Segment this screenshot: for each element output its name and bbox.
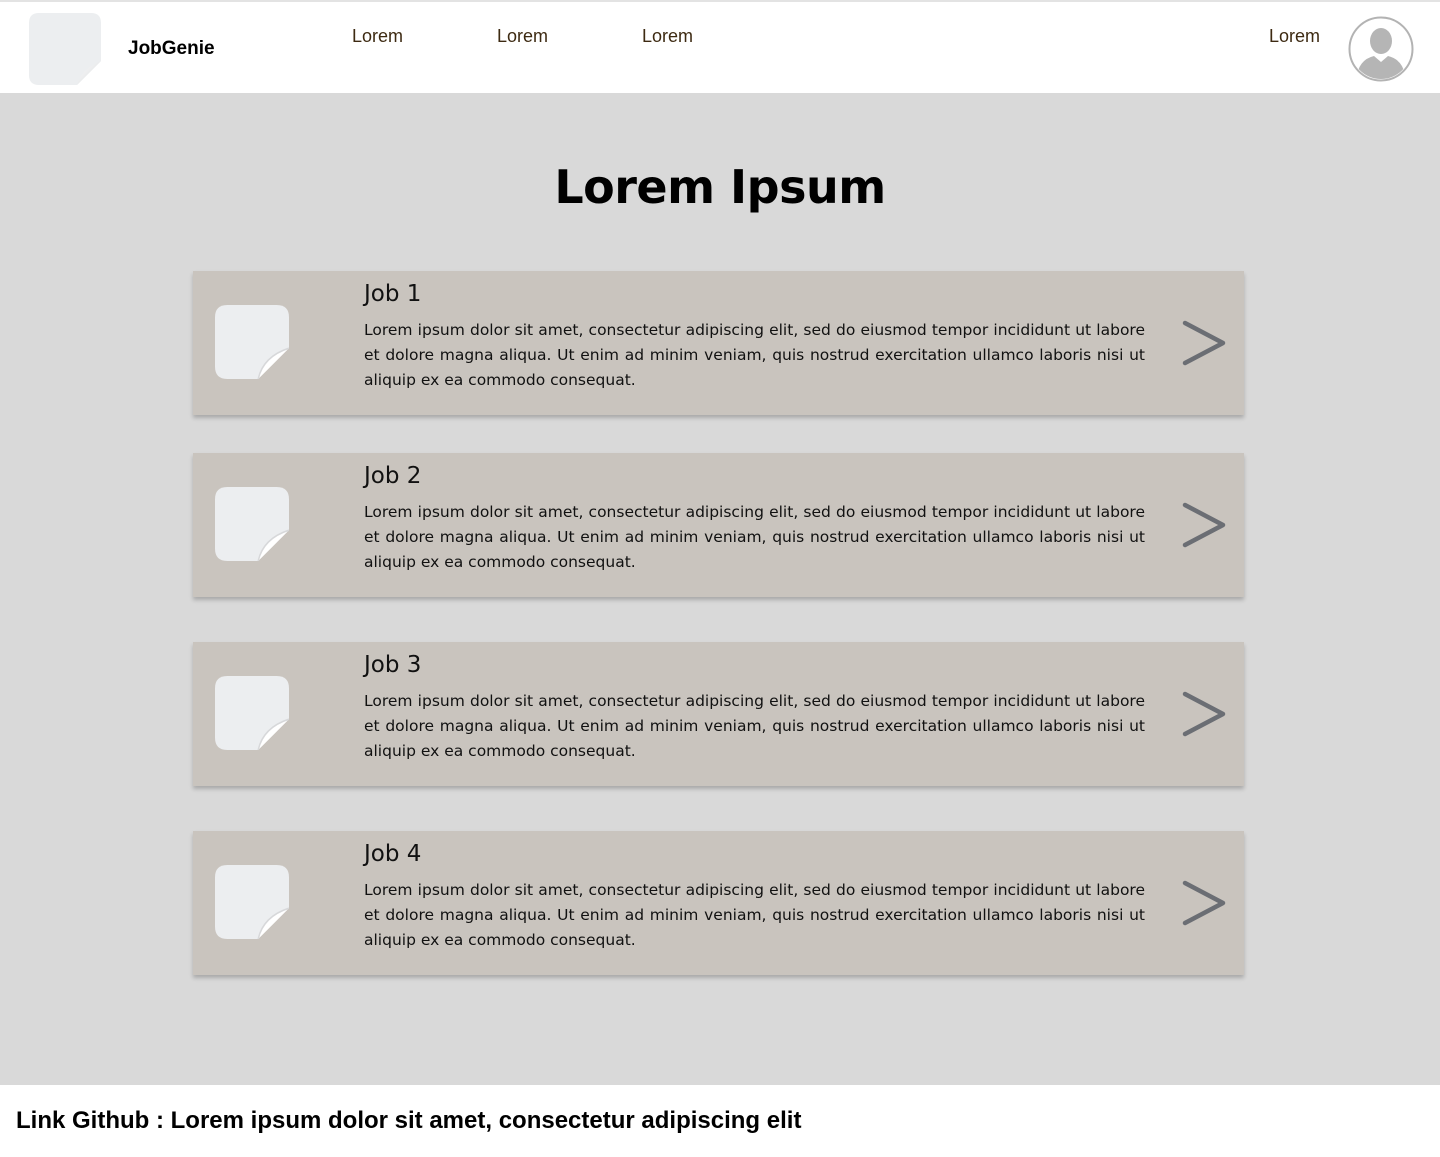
chevron-right-icon[interactable] <box>1181 690 1229 740</box>
image-placeholder-icon <box>215 676 289 750</box>
footer-github-link[interactable]: Link Github : Lorem ipsum dolor sit amet… <box>16 1107 801 1135</box>
image-placeholder-icon <box>215 865 289 939</box>
job-title: Job 4 <box>364 841 422 867</box>
job-description: Lorem ipsum dolor sit amet, consectetur … <box>364 321 1145 389</box>
job-card[interactable]: Job 4 Lorem ipsum dolor sit amet, consec… <box>193 831 1244 975</box>
chevron-right-icon[interactable] <box>1181 501 1229 551</box>
image-placeholder-icon <box>215 305 289 379</box>
footer: Link Github : Lorem ipsum dolor sit amet… <box>0 1085 1440 1157</box>
nav-link-1[interactable]: Lorem <box>352 26 403 47</box>
job-title: Job 2 <box>364 463 422 489</box>
brand-name[interactable]: JobGenie <box>128 38 215 60</box>
job-card[interactable]: Job 3 Lorem ipsum dolor sit amet, consec… <box>193 642 1244 786</box>
nav-link-2[interactable]: Lorem <box>497 26 548 47</box>
job-card[interactable]: Job 2 Lorem ipsum dolor sit amet, consec… <box>193 453 1244 597</box>
job-description: Lorem ipsum dolor sit amet, consectetur … <box>364 503 1145 571</box>
chevron-right-icon[interactable] <box>1181 879 1229 929</box>
page-title: Lorem Ipsum <box>554 160 886 214</box>
job-title: Job 3 <box>364 652 422 678</box>
page: JobGenie Lorem Lorem Lorem Lorem Lorem I… <box>0 0 1440 1157</box>
job-title: Job 1 <box>364 281 422 307</box>
job-card[interactable]: Job 1 Lorem ipsum dolor sit amet, consec… <box>193 271 1244 415</box>
image-placeholder-icon <box>215 487 289 561</box>
user-avatar-icon[interactable] <box>1348 16 1414 82</box>
nav-link-3[interactable]: Lorem <box>642 26 693 47</box>
nav-link-right[interactable]: Lorem <box>1269 26 1320 47</box>
header: JobGenie Lorem Lorem Lorem Lorem <box>0 0 1440 93</box>
chevron-right-icon[interactable] <box>1181 319 1229 369</box>
job-description: Lorem ipsum dolor sit amet, consectetur … <box>364 881 1145 949</box>
job-description: Lorem ipsum dolor sit amet, consectetur … <box>364 692 1145 760</box>
image-placeholder-icon[interactable] <box>29 13 101 85</box>
